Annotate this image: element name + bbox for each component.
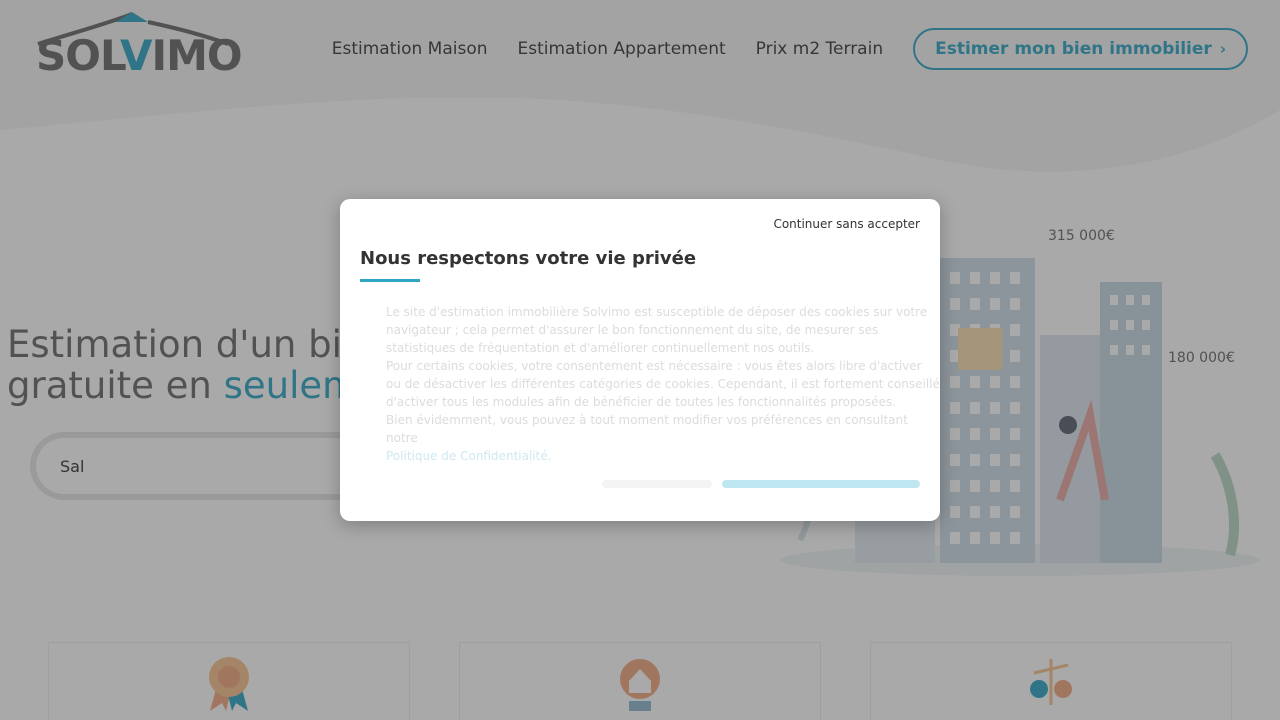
dialog-paragraph: Bien évidemment, vous pouvez à tout mome… bbox=[386, 413, 908, 445]
dialog-paragraph: Le site d'estimation immobilière Solvimo… bbox=[386, 305, 928, 355]
dialog-paragraph: Pour certains cookies, votre consentemen… bbox=[386, 359, 940, 409]
continue-without-accepting-link[interactable]: Continuer sans accepter bbox=[773, 217, 920, 231]
dialog-body: Le site d'estimation immobilière Solvimo… bbox=[386, 303, 940, 465]
cookie-settings-button[interactable] bbox=[602, 480, 712, 488]
accept-cookies-button[interactable] bbox=[722, 480, 920, 488]
dialog-title: Nous respectons votre vie privée bbox=[360, 248, 697, 269]
title-underline bbox=[360, 279, 420, 282]
cookie-consent-dialog: Continuer sans accepter Nous respectons … bbox=[340, 199, 940, 521]
privacy-policy-link[interactable]: Politique de Confidentialité. bbox=[386, 449, 552, 463]
